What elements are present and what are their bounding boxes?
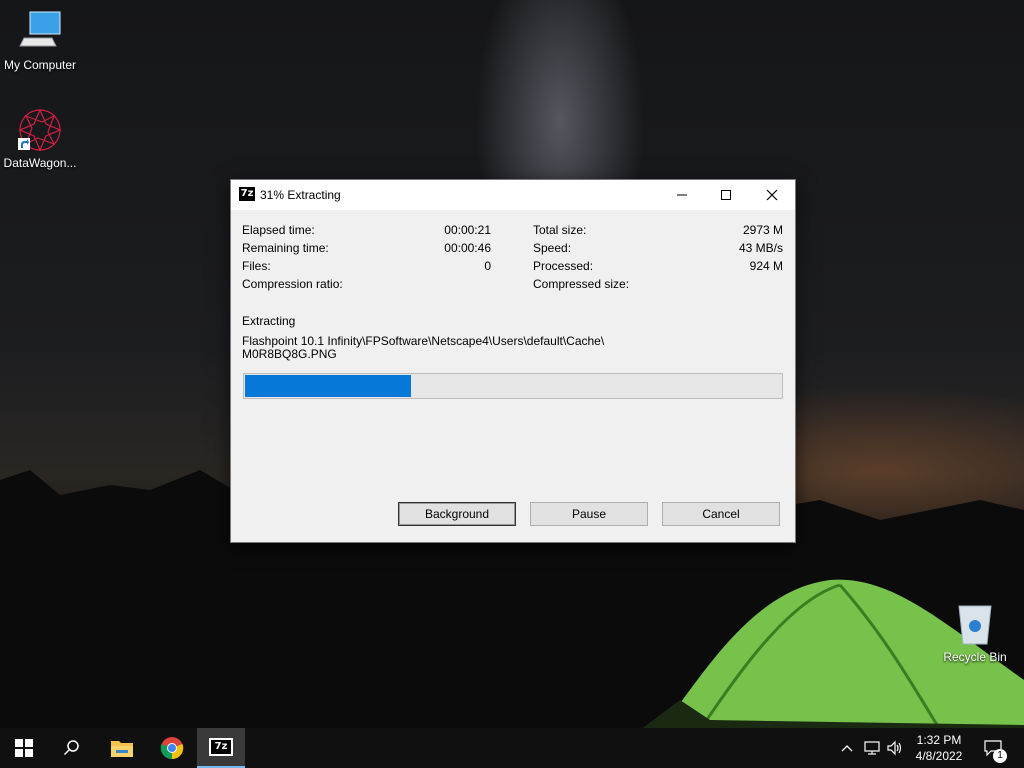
network-icon <box>864 741 880 755</box>
maximize-button[interactable] <box>703 180 749 210</box>
action-center-button[interactable]: 1 <box>978 728 1008 768</box>
title-bar[interactable]: 7z 31% Extracting <box>231 180 795 210</box>
taskbar: 7z 1:32 PM 4/8/2022 1 <box>0 728 1024 768</box>
desktop-icon-label: Recycle Bin <box>943 650 1007 664</box>
cancel-button[interactable]: Cancel <box>662 502 780 526</box>
minimize-button[interactable] <box>659 180 705 210</box>
minimize-icon <box>677 194 687 196</box>
computer-icon <box>16 8 64 56</box>
background-button[interactable]: Background <box>398 502 516 526</box>
speed-value: 43 MB/s <box>738 241 783 255</box>
taskbar-7zip[interactable]: 7z <box>197 728 245 768</box>
search-icon <box>63 740 79 756</box>
remaining-time-value: 00:00:46 <box>444 241 491 255</box>
7zip-app-icon: 7z <box>239 187 255 201</box>
current-file-name: M0R8BQ8G.PNG <box>242 347 337 361</box>
current-file-path: Flashpoint 10.1 Infinity\FPSoftware\Nets… <box>242 334 605 348</box>
close-button[interactable] <box>749 180 795 210</box>
start-button[interactable] <box>0 728 48 768</box>
taskbar-clock[interactable]: 1:32 PM 4/8/2022 <box>908 732 970 764</box>
taskbar-chrome[interactable] <box>148 728 196 768</box>
total-size-label: Total size: <box>533 223 587 237</box>
elapsed-time-label: Elapsed time: <box>242 223 315 237</box>
window-title: 31% Extracting <box>260 188 341 202</box>
clock-time: 1:32 PM <box>916 733 962 747</box>
folder-icon <box>111 741 133 757</box>
chevron-up-icon <box>841 745 853 752</box>
total-size-value: 2973 M <box>742 223 783 237</box>
remaining-time-label: Remaining time: <box>242 241 329 255</box>
desktop-icon-my-computer[interactable]: My Computer <box>0 8 80 72</box>
clock-date: 4/8/2022 <box>915 749 963 763</box>
progress-fill <box>245 375 411 397</box>
speaker-icon <box>887 740 902 756</box>
notification-badge: 1 <box>993 749 1007 763</box>
desktop-icon-label: DataWagon... <box>3 156 77 170</box>
speed-label: Speed: <box>533 241 572 255</box>
7zip-icon: 7z <box>209 738 233 756</box>
recycle-bin-icon <box>951 600 999 648</box>
elapsed-time-value: 00:00:21 <box>444 223 491 237</box>
taskbar-file-explorer[interactable] <box>98 728 146 768</box>
maximize-icon <box>721 190 731 200</box>
compressed-size-label: Compressed size: <box>533 277 630 291</box>
datawagon-shortcut-icon <box>16 106 64 154</box>
show-hidden-icons-button[interactable] <box>838 728 856 768</box>
volume-button[interactable] <box>884 728 906 768</box>
close-icon <box>766 189 778 201</box>
extract-progress-dialog: 7z 31% Extracting Elapsed time: 00:00:21… <box>230 179 796 543</box>
pause-button[interactable]: Pause <box>530 502 648 526</box>
files-label: Files: <box>242 259 271 273</box>
desktop-icon-datawagon[interactable]: DataWagon... <box>0 106 80 170</box>
desktop-icon-recycle-bin[interactable]: Recycle Bin <box>935 600 1015 664</box>
status-label: Extracting <box>242 314 296 328</box>
7zip-icon-glyph: 7z <box>211 740 231 754</box>
compression-ratio-label: Compression ratio: <box>242 277 343 291</box>
processed-value: 924 M <box>749 259 783 273</box>
windows-icon <box>15 739 33 757</box>
files-value: 0 <box>484 259 491 273</box>
chrome-icon <box>160 737 184 760</box>
search-button[interactable] <box>48 728 96 768</box>
network-button[interactable] <box>861 728 883 768</box>
processed-label: Processed: <box>533 259 594 273</box>
desktop-icon-label: My Computer <box>3 58 77 72</box>
extraction-progress-bar <box>243 373 783 399</box>
